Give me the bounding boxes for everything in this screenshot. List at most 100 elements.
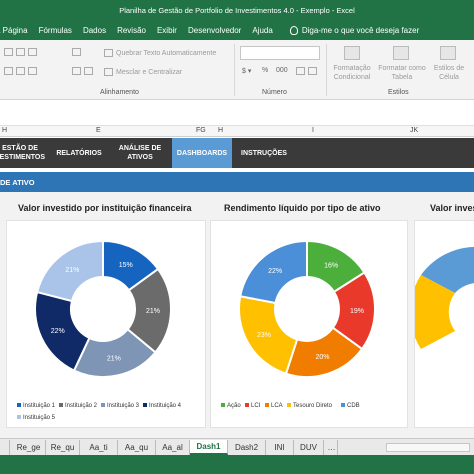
data-label: 21% (107, 355, 121, 362)
legend-swatch (17, 415, 21, 419)
group-number-label: Número (262, 89, 287, 96)
section-header: DE ATIVO (0, 172, 474, 192)
window-title: Planilha de Gestão de Portfolio de Inves… (119, 5, 355, 15)
sheet-tab[interactable]: Aa_al (156, 440, 190, 455)
scroll-tabs-icon[interactable] (0, 440, 10, 455)
ribbon-tabs: a Página Fórmulas Dados Revisão Exibir D… (0, 20, 474, 40)
align-top-icon[interactable] (4, 48, 40, 56)
dashboard-area: Valor investido por instituição financei… (0, 192, 474, 438)
sheet-tab[interactable]: Re_ge (12, 440, 46, 455)
data-label: 19% (350, 308, 364, 315)
group-styles-label: Estilos (388, 89, 409, 96)
column-header[interactable]: I (312, 127, 314, 134)
percent-button[interactable]: % (262, 67, 268, 74)
legend-label: Tesouro Direto (293, 403, 333, 409)
legend-label: Instituição 5 (23, 415, 56, 421)
pie-chart-institutions: 15% 21% 21% 22% 21% Instituição 1 Instituição … (17, 239, 182, 421)
decimal-icon[interactable] (296, 67, 320, 75)
orientation-icon[interactable] (72, 48, 84, 56)
sheet-tab[interactable]: Aa_ti (80, 440, 118, 455)
tell-me-text: Diga-me o que você deseja fazer (301, 25, 420, 35)
horizontal-scrollbar[interactable] (386, 443, 470, 452)
conditional-format-button[interactable]: Formatação Condicional (330, 64, 374, 82)
partial-chart (410, 246, 474, 349)
data-label: 16% (324, 263, 338, 270)
indent-icon[interactable] (72, 67, 96, 75)
column-header[interactable]: H (218, 127, 223, 134)
chart-panel: 15% 21% 21% 22% 21% Instituição 1 Instituição … (6, 220, 206, 428)
legend-label: Instituição 3 (107, 403, 140, 409)
column-headers: H E FG H I JK (0, 126, 474, 137)
pie-chart-asset-types: 16% 19% 20% 23% 22% Ação LCI LCA Tesouro Direto C… (221, 239, 376, 409)
divider (326, 44, 327, 96)
sheet-tab[interactable]: Dash2 (228, 440, 266, 455)
data-label: 23% (257, 332, 271, 339)
legend-swatch (287, 403, 291, 407)
thousands-button[interactable]: 000 (276, 67, 288, 74)
data-label: 21% (65, 267, 79, 274)
legend-label: LCI (251, 403, 261, 409)
legend-swatch (341, 403, 345, 407)
tab-page-layout[interactable]: a Página (0, 26, 39, 35)
section-title: DE ATIVO (0, 177, 35, 187)
tell-me-box[interactable]: Diga-me o que você deseja fazer (289, 25, 420, 35)
currency-button[interactable]: $ ▾ (242, 67, 251, 75)
chart-title: Valor inves (430, 203, 474, 213)
format-table-button[interactable]: Formatar como Tabela (377, 64, 427, 82)
nav-analise[interactable]: ANÁLISE DE ATIVOS (110, 138, 170, 168)
title-bar: Planilha de Gestão de Portfolio de Inves… (0, 0, 474, 20)
nav-dashboards[interactable]: DASHBOARDS (172, 138, 232, 168)
tab-formulas[interactable]: Fórmulas (39, 26, 83, 35)
nav-gestao[interactable]: ESTÃO DE VESTIMENTOS (0, 138, 46, 168)
legend-label: Instituição 1 (23, 403, 56, 409)
formula-bar[interactable] (0, 100, 474, 126)
nav-relatorios[interactable]: RELATÓRIOS (50, 138, 108, 168)
tab-data[interactable]: Dados (83, 26, 117, 35)
dashboard-nav: ESTÃO DE VESTIMENTOS RELATÓRIOS ANÁLISE … (0, 138, 474, 168)
merge-center-button[interactable]: Mesclar e Centralizar (104, 68, 182, 76)
lightbulb-icon (289, 25, 298, 35)
tab-review[interactable]: Revisão (117, 26, 157, 35)
tab-help[interactable]: Ajuda (252, 26, 283, 35)
tab-developer[interactable]: Desenvolvedor (188, 26, 252, 35)
sheet-tab[interactable]: Aa_qu (118, 440, 156, 455)
legend-swatch (59, 403, 63, 407)
column-header[interactable]: E (96, 127, 101, 134)
wrap-text-button[interactable]: Quebrar Texto Automaticamente (104, 49, 216, 57)
data-label: 21% (146, 308, 160, 315)
legend-swatch (17, 403, 21, 407)
sheet-tab[interactable]: DUV (294, 440, 324, 455)
sheet-tab[interactable]: Re_qu (46, 440, 80, 455)
legend-label: CDB (347, 403, 360, 409)
column-header[interactable]: FG (196, 127, 206, 134)
legend-label: Instituição 4 (149, 403, 182, 409)
number-format-dropdown[interactable] (240, 46, 320, 60)
tab-view[interactable]: Exibir (157, 26, 188, 35)
data-label: 15% (119, 262, 133, 269)
data-label: 22% (268, 268, 282, 275)
conditional-format-icon (344, 46, 360, 60)
legend-label: LCA (271, 403, 283, 409)
nav-instrucoes[interactable]: INSTRUÇÕES (234, 138, 294, 168)
legend-swatch (265, 403, 269, 407)
data-label: 20% (315, 354, 329, 361)
legend-label: Ação (227, 403, 241, 409)
legend-swatch (221, 403, 225, 407)
more-sheets-icon[interactable]: … (326, 440, 338, 455)
status-bar (0, 455, 474, 474)
legend-swatch (101, 403, 105, 407)
chart-title: Valor investido por instituição financei… (18, 203, 192, 213)
divider (234, 44, 235, 96)
ribbon: Quebrar Texto Automaticamente Mesclar e … (0, 40, 474, 100)
legend-swatch (245, 403, 249, 407)
legend-swatch (143, 403, 147, 407)
align-left-icon[interactable] (4, 67, 40, 75)
chart-title: Rendimento líquido por tipo de ativo (224, 203, 381, 213)
group-alignment-label: Alinhamento (100, 89, 139, 96)
format-table-icon (393, 46, 409, 60)
sheet-tab-active[interactable]: Dash1 (190, 440, 228, 455)
column-header[interactable]: H (2, 127, 7, 134)
column-header[interactable]: JK (410, 127, 418, 134)
cell-styles-button[interactable]: Estilos de Célula (428, 64, 470, 82)
sheet-tab[interactable]: INI (266, 440, 294, 455)
